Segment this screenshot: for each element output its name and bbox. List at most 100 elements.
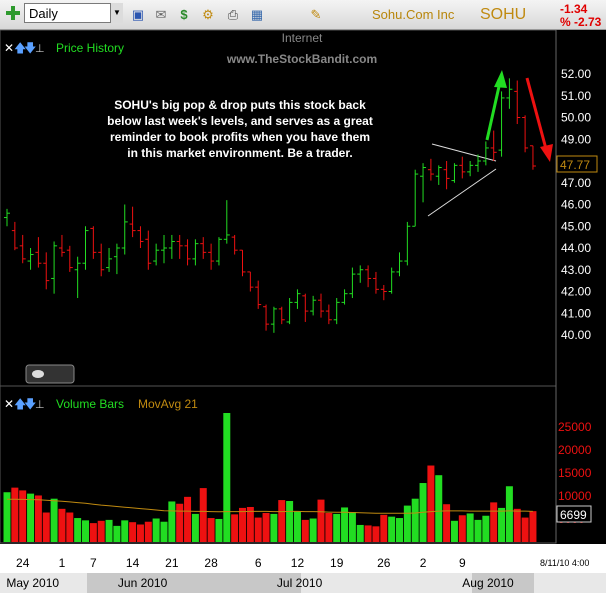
chevron-down-icon[interactable]: ▼ bbox=[110, 3, 123, 23]
save-icon[interactable]: ▣ bbox=[130, 7, 146, 22]
price-tick-label: 52.00 bbox=[561, 67, 591, 81]
add-icon[interactable] bbox=[5, 5, 21, 21]
volume-bar bbox=[521, 517, 529, 542]
volume-bar bbox=[286, 500, 294, 542]
timeframe-select[interactable]: Daily bbox=[24, 3, 122, 23]
volume-bar bbox=[513, 508, 521, 542]
x-tick-label: 21 bbox=[165, 556, 179, 570]
price-tick-label: 51.00 bbox=[561, 89, 591, 103]
month-label: May 2010 bbox=[6, 576, 59, 590]
volume-panel-controls[interactable]: ✕ 🡅 🡇 ⊥ bbox=[4, 397, 45, 411]
volume-bar bbox=[403, 505, 411, 542]
volume-bar bbox=[176, 503, 184, 542]
volume-bar bbox=[58, 508, 66, 542]
ticker-symbol[interactable]: SOHU bbox=[480, 0, 526, 29]
price-tick-label: 42.00 bbox=[561, 285, 591, 299]
volume-bar bbox=[301, 519, 309, 542]
last-volume-marker: 6699 bbox=[556, 505, 592, 523]
chart-area: ✕ 🡅 🡇 ⊥ Price History Internet www.TheSt… bbox=[0, 30, 606, 593]
volume-bar bbox=[105, 519, 113, 542]
watermark-site: www.TheStockBandit.com bbox=[226, 52, 377, 66]
price-tick-label: 40.00 bbox=[561, 328, 591, 342]
price-tick-label: 50.00 bbox=[561, 111, 591, 125]
x-tick-label: 2 bbox=[420, 556, 427, 570]
dollar-icon[interactable]: $ bbox=[176, 7, 192, 22]
price-panel-frame bbox=[0, 30, 557, 387]
timeframe-value: Daily bbox=[29, 6, 58, 21]
x-tick-label: 7 bbox=[90, 556, 97, 570]
volume-tick-label: 25000 bbox=[558, 420, 592, 434]
price-change-percent: % -2.73 bbox=[560, 15, 602, 29]
price-tick-label: 44.00 bbox=[561, 241, 591, 255]
volume-bar bbox=[152, 518, 160, 542]
pin-icon[interactable]: ⊥ bbox=[35, 399, 45, 411]
volume-bar bbox=[246, 506, 254, 542]
volume-bar bbox=[388, 516, 396, 542]
keyboard-icon[interactable]: ▦ bbox=[249, 7, 265, 22]
volume-bar bbox=[74, 518, 82, 542]
volume-bar bbox=[207, 518, 215, 542]
last-volume-label: 6699 bbox=[560, 508, 587, 522]
volume-bar bbox=[443, 504, 451, 542]
price-tick-label: 41.00 bbox=[561, 306, 591, 320]
volume-bar bbox=[66, 512, 74, 542]
price-tick-label: 49.00 bbox=[561, 132, 591, 146]
volume-bar bbox=[427, 465, 435, 542]
month-label: Aug 2010 bbox=[462, 576, 514, 590]
settings-icon[interactable]: ⚙ bbox=[200, 7, 216, 22]
end-date-label: 8/11/10 4:00 bbox=[540, 558, 589, 568]
volume-bar bbox=[223, 413, 231, 542]
volume-bar bbox=[19, 490, 27, 542]
volume-bar bbox=[278, 500, 286, 542]
volume-bar bbox=[317, 499, 325, 542]
watermark-industry: Internet bbox=[282, 31, 323, 45]
month-label: Jul 2010 bbox=[277, 576, 323, 590]
volume-bar bbox=[42, 512, 50, 542]
volume-bar bbox=[396, 518, 403, 542]
close-panel-icon[interactable]: ✕ bbox=[4, 41, 14, 55]
annotation-line: in this market environment. Be a trader. bbox=[127, 146, 352, 160]
volume-bar bbox=[498, 507, 506, 542]
x-tick-label: 12 bbox=[291, 556, 305, 570]
volume-bar bbox=[136, 524, 144, 542]
volume-bar bbox=[450, 520, 458, 542]
volume-tick-label: 10000 bbox=[558, 489, 592, 503]
annotation-line: below last week's levels, and serves as … bbox=[107, 114, 373, 128]
volume-bar bbox=[435, 475, 443, 542]
volume-bar bbox=[184, 496, 192, 542]
volume-bar bbox=[199, 488, 207, 542]
volume-bar bbox=[309, 518, 317, 542]
toolbar: Daily ▼ ▣ ✉ $ ⚙ ⎙ ▦ ✎ Sohu.Com Inc SOHU … bbox=[0, 0, 606, 30]
volume-bar bbox=[239, 507, 246, 542]
volume-bar bbox=[270, 513, 278, 542]
volume-bar bbox=[191, 513, 199, 542]
volume-bar bbox=[89, 523, 97, 542]
pin-icon[interactable]: ⊥ bbox=[35, 43, 45, 55]
volume-bar bbox=[160, 521, 168, 542]
volume-bar bbox=[168, 501, 176, 542]
volume-bar bbox=[356, 524, 364, 542]
volume-bar bbox=[372, 526, 380, 542]
volume-bar bbox=[325, 512, 333, 542]
last-price-marker: 47.77 bbox=[556, 155, 598, 173]
scroll-handle[interactable] bbox=[25, 364, 75, 384]
volume-bar bbox=[27, 493, 35, 542]
price-tick-label: 45.00 bbox=[561, 219, 591, 233]
volume-bar bbox=[364, 525, 372, 542]
email-icon[interactable]: ✉ bbox=[153, 7, 169, 22]
pencil-icon[interactable]: ✎ bbox=[308, 7, 324, 22]
print-icon[interactable]: ⎙ bbox=[225, 7, 241, 22]
volume-bar bbox=[411, 498, 419, 542]
price-panel-controls[interactable]: ✕ 🡅 🡇 ⊥ bbox=[4, 41, 45, 55]
volume-bar bbox=[231, 514, 239, 542]
volume-bar bbox=[34, 495, 42, 542]
volume-bar bbox=[380, 514, 388, 542]
volume-bar bbox=[3, 492, 11, 542]
volume-bar bbox=[144, 521, 152, 542]
volume-tick-label: 20000 bbox=[558, 443, 592, 457]
volume-bar bbox=[97, 520, 105, 542]
close-panel-icon[interactable]: ✕ bbox=[4, 397, 14, 411]
volume-bar bbox=[466, 513, 474, 542]
annotation-line: reminder to book profits when you have t… bbox=[110, 130, 370, 144]
moving-average-label: MovAvg 21 bbox=[138, 397, 198, 411]
